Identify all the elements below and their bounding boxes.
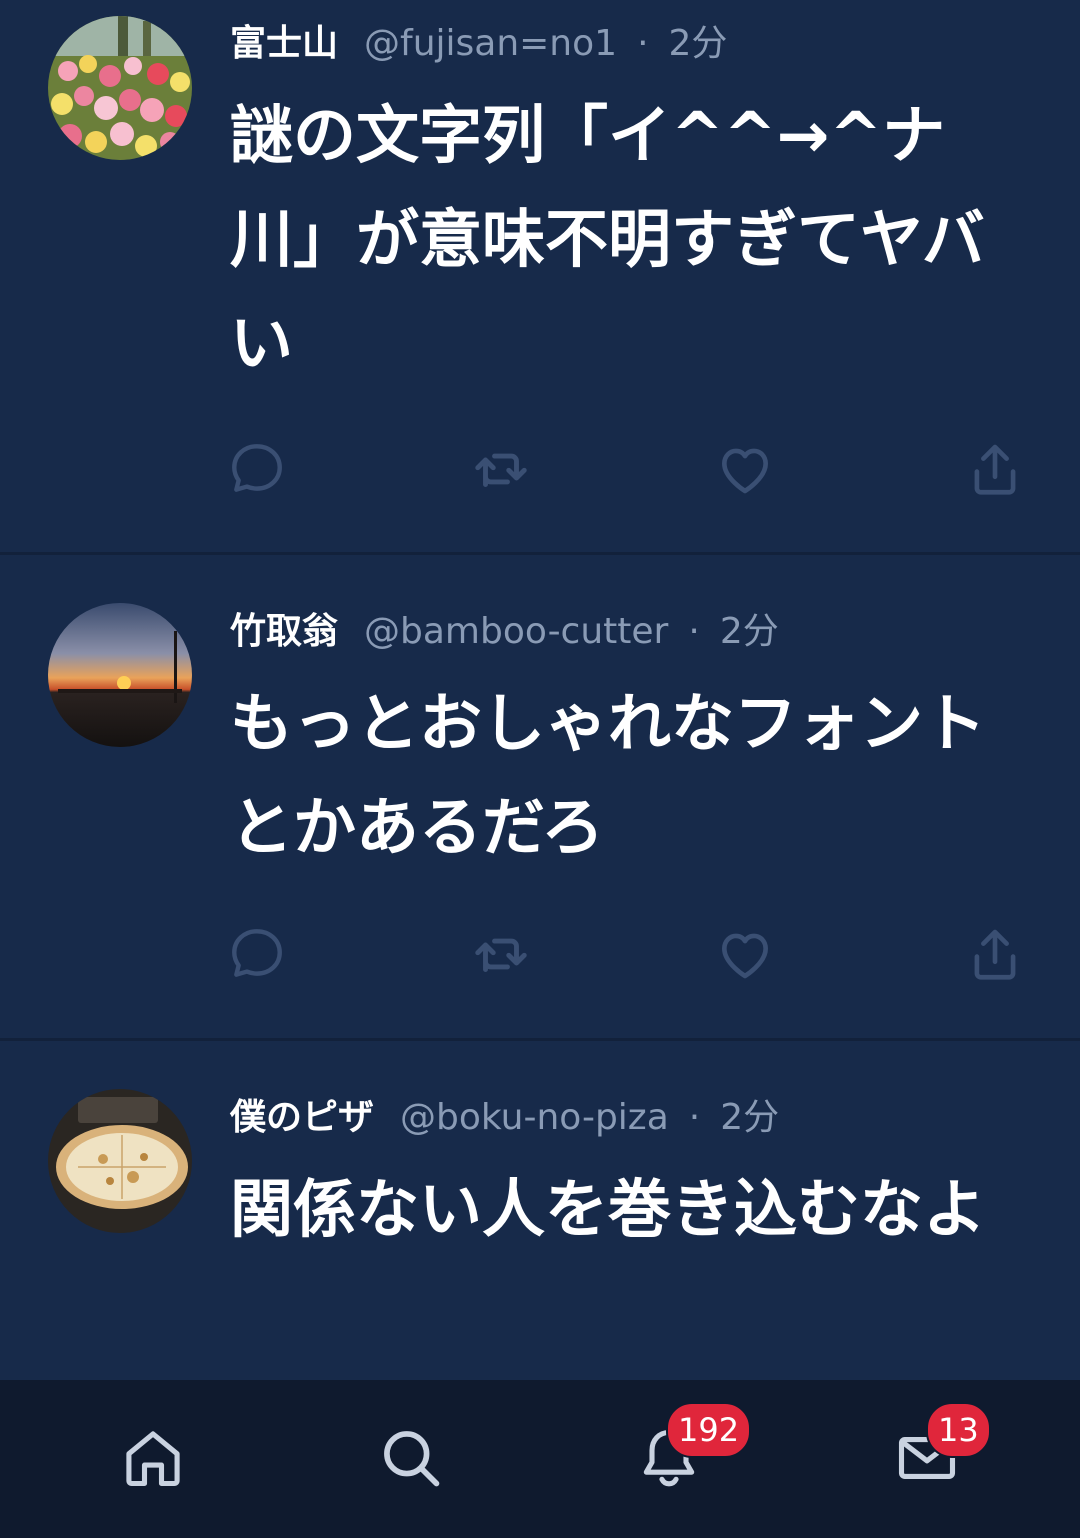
- tab-search[interactable]: [361, 1408, 461, 1508]
- tweet-text: もっとおしゃれなフォントとかあるだろ: [230, 687, 986, 864]
- avatar[interactable]: [48, 603, 192, 747]
- tulip-field-avatar: [48, 16, 192, 160]
- avatar[interactable]: [48, 16, 192, 160]
- tweet[interactable]: 僕のピザ @boku-no-piza · 2分 関係ない人を巻き込むなよ: [0, 1041, 1080, 1380]
- timestamp[interactable]: 2分: [720, 611, 779, 652]
- retweet-icon: [470, 438, 532, 500]
- retweet-button[interactable]: [466, 434, 536, 504]
- display-name[interactable]: 富士山: [230, 23, 338, 64]
- tweet-header: 富士山 @fujisan=no1 · 2分: [230, 20, 727, 68]
- share-icon: [964, 438, 1026, 500]
- separator: ·: [637, 23, 649, 64]
- handle[interactable]: @bamboo-cutter: [364, 611, 668, 652]
- like-button[interactable]: [710, 919, 780, 989]
- timestamp[interactable]: 2分: [720, 1097, 779, 1138]
- tweet-text: 関係ない人を巻き込むなよ: [230, 1173, 986, 1246]
- like-button[interactable]: [710, 434, 780, 504]
- notifications-badge: 192: [666, 1402, 752, 1458]
- like-icon: [714, 923, 776, 985]
- share-button[interactable]: [960, 919, 1030, 989]
- share-button[interactable]: [960, 434, 1030, 504]
- retweet-button[interactable]: [466, 919, 536, 989]
- home-icon: [126, 1431, 180, 1487]
- sunset-avatar: [48, 603, 192, 747]
- bottom-tab-bar: 192 13: [0, 1380, 1080, 1538]
- share-icon: [964, 923, 1026, 985]
- display-name[interactable]: 僕のピザ: [230, 1097, 374, 1138]
- reply-icon: [226, 923, 288, 985]
- timeline: 富士山 @fujisan=no1 · 2分 謎の文字列「イ^^→^ナ川」が意味不明すぎ…: [0, 0, 1080, 1380]
- separator: ·: [688, 1097, 701, 1138]
- separator: ·: [688, 611, 700, 652]
- tweet-header: 僕のピザ @boku-no-piza · 2分: [230, 1094, 779, 1142]
- retweet-icon: [470, 923, 532, 985]
- tweet-actions: [0, 434, 1080, 504]
- search-icon: [384, 1431, 440, 1487]
- tweet-text: 謎の文字列「イ^^→^ナ川」が意味不明すぎてヤバい: [230, 99, 985, 380]
- messages-badge: 13: [926, 1402, 991, 1458]
- display-name[interactable]: 竹取翁: [230, 611, 338, 652]
- handle[interactable]: @boku-no-piza: [400, 1097, 669, 1138]
- tweet[interactable]: 竹取翁 @bamboo-cutter · 2分 もっとおしゃれなフォントとかあるだろ: [0, 555, 1080, 1038]
- tweet-actions: [0, 919, 1080, 989]
- reply-button[interactable]: [222, 434, 292, 504]
- like-icon: [714, 438, 776, 500]
- reply-icon: [226, 438, 288, 500]
- tweet-header: 竹取翁 @bamboo-cutter · 2分: [230, 608, 779, 656]
- avatar[interactable]: [48, 1089, 192, 1233]
- tab-home[interactable]: [103, 1408, 203, 1508]
- tweet[interactable]: 富士山 @fujisan=no1 · 2分 謎の文字列「イ^^→^ナ川」が意味不明すぎ…: [0, 0, 1080, 552]
- reply-button[interactable]: [222, 919, 292, 989]
- handle[interactable]: @fujisan=no1: [364, 23, 617, 64]
- pizza-avatar: [48, 1089, 192, 1233]
- timestamp[interactable]: 2分: [669, 23, 728, 64]
